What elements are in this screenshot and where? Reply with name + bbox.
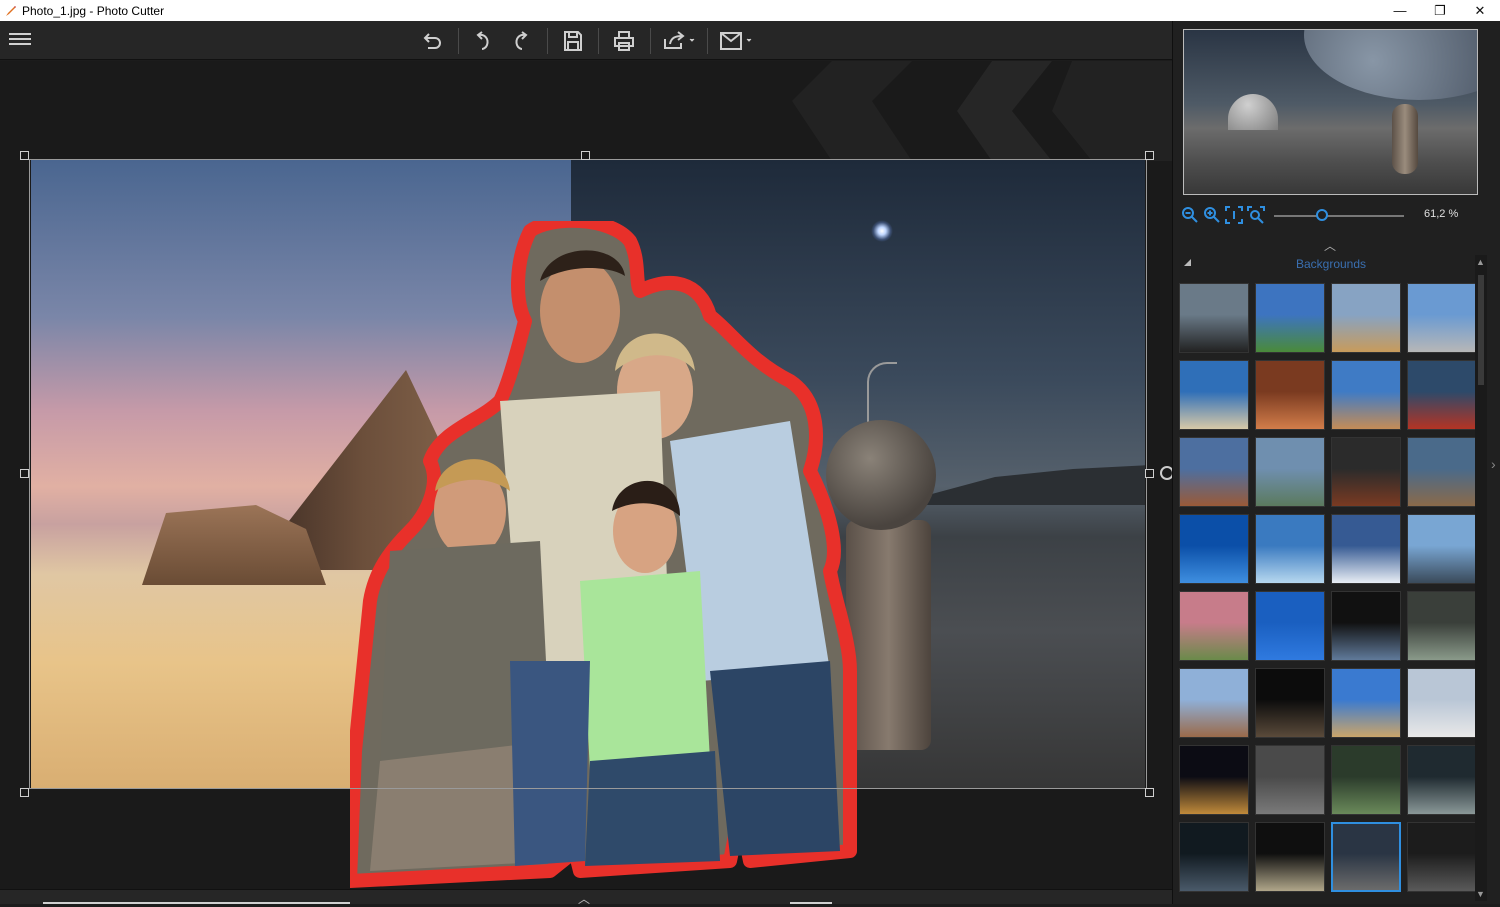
collapse-preview-chevron-icon[interactable]: ︿ — [1324, 237, 1336, 254]
selection-border-bottom — [29, 788, 1147, 789]
window-title: Photo_1.jpg - Photo Cutter — [22, 3, 165, 18]
actual-size-icon[interactable] — [1247, 206, 1265, 224]
expand-panel-chevron-icon[interactable]: › — [1491, 456, 1496, 472]
background-thumbnail-dinosaur-rocks[interactable] — [1255, 745, 1325, 815]
selection-border-left — [29, 159, 30, 789]
zoom-out-icon[interactable] — [1181, 206, 1199, 224]
backgrounds-label: Backgrounds — [1295, 257, 1367, 271]
resize-handle-left[interactable] — [20, 469, 29, 478]
title-bar: Photo_1.jpg - Photo Cutter — ❐ ✕ — [0, 0, 1500, 21]
right-panel: 61,2 % ︿ Backgrounds ▲ ▼ › — [1172, 21, 1500, 904]
canvas-area[interactable] — [0, 61, 1172, 889]
background-thumbnail-beach-path[interactable] — [1179, 360, 1249, 430]
zoom-controls: 61,2 % — [1179, 204, 1495, 226]
minimize-button[interactable]: — — [1380, 0, 1420, 21]
backgrounds-gallery — [1179, 283, 1479, 899]
fit-to-window-icon[interactable] — [1225, 206, 1243, 224]
background-thumbnail-eiffel-tower[interactable] — [1255, 283, 1325, 353]
background-thumbnail-desert-road[interactable] — [1331, 360, 1401, 430]
print-icon[interactable] — [608, 27, 640, 55]
resize-handle-top-right[interactable] — [1145, 151, 1154, 160]
background-thumbnail-venice-gondolas[interactable] — [1407, 514, 1477, 584]
background-thumbnail-moon-surface[interactable] — [1407, 822, 1477, 892]
send-icon[interactable] — [716, 27, 756, 55]
resize-handle-top[interactable] — [581, 151, 590, 160]
zoom-slider-knob[interactable] — [1316, 209, 1329, 221]
background-thumbnail-mount-rushmore[interactable] — [1407, 283, 1477, 353]
background-thumbnail-space-station-window[interactable] — [1331, 591, 1401, 661]
background-thumbnail-pyramids[interactable] — [1331, 283, 1401, 353]
background-thumbnail-wedding-flowers[interactable] — [1179, 591, 1249, 661]
background-thumbnail-pterodactyl-forest[interactable] — [1331, 745, 1401, 815]
save-icon[interactable] — [557, 27, 589, 55]
close-button[interactable]: ✕ — [1460, 0, 1500, 21]
background-thumbnail-snow-mountains[interactable] — [1331, 514, 1401, 584]
undo-all-icon[interactable] — [416, 27, 448, 55]
hamburger-icon[interactable] — [9, 33, 31, 49]
zoom-in-icon[interactable] — [1203, 206, 1221, 224]
background-thumbnail-waterfall[interactable] — [1255, 360, 1325, 430]
zoom-percentage: 61,2 % — [1424, 208, 1459, 220]
zoom-slider[interactable] — [1274, 215, 1404, 217]
navigator-preview[interactable] — [1183, 29, 1478, 195]
redo-icon[interactable] — [506, 27, 538, 55]
background-thumbnail-ufo-field[interactable] — [1407, 745, 1477, 815]
background-thumbnail-moon-base[interactable] — [1331, 822, 1401, 892]
background-thumbnail-red-bicycle[interactable] — [1407, 360, 1477, 430]
background-thumbnail-dark-cave[interactable] — [1255, 668, 1325, 738]
preview-robot — [1392, 104, 1418, 174]
bright-star — [871, 220, 893, 242]
background-thumbnail-canyon-river[interactable] — [1179, 437, 1249, 507]
preview-dome — [1228, 94, 1278, 130]
background-thumbnail-bridge[interactable] — [1179, 283, 1249, 353]
background-thumbnail-island-stadium[interactable] — [1255, 437, 1325, 507]
background-thumbnail-love-card[interactable] — [1255, 591, 1325, 661]
resize-handle-top-left[interactable] — [20, 151, 29, 160]
share-icon[interactable] — [660, 27, 698, 55]
scrollbar-thumb[interactable] — [1478, 275, 1484, 385]
scroll-up-icon[interactable]: ▲ — [1476, 257, 1485, 267]
background-thumbnail-storm-plane[interactable] — [1407, 591, 1477, 661]
undo-icon[interactable] — [466, 27, 498, 55]
background-thumbnail-fog-shark[interactable] — [1407, 668, 1477, 738]
background-thumbnail-lion-roar[interactable] — [1179, 745, 1249, 815]
background-thumbnail-valley-cliffs[interactable] — [1407, 437, 1477, 507]
resize-handle-bottom-left[interactable] — [20, 788, 29, 797]
background-thumbnail-old-town[interactable] — [1179, 668, 1249, 738]
bottom-strip: ︿ — [0, 889, 1172, 907]
background-thumbnail-blue-sky[interactable] — [1179, 514, 1249, 584]
app-pencil-icon — [4, 4, 18, 18]
preview-planet — [1304, 30, 1477, 100]
backgrounds-header[interactable]: Backgrounds — [1173, 255, 1489, 275]
gallery-scrollbar[interactable]: ▲ ▼ — [1475, 255, 1487, 901]
resize-handle-right[interactable] — [1145, 469, 1154, 478]
background-thumbnail-dark-forest[interactable] — [1179, 822, 1249, 892]
background-thumbnail-ice-lake[interactable] — [1255, 514, 1325, 584]
background-thumbnail-dinosaur-beach[interactable] — [1331, 668, 1401, 738]
restore-button[interactable]: ❐ — [1420, 0, 1460, 21]
main-toolbar — [0, 21, 1172, 60]
background-thumbnail-tunnel-bridge[interactable] — [1255, 822, 1325, 892]
scroll-down-icon[interactable]: ▼ — [1476, 889, 1485, 899]
decorative-chevron-graphic — [792, 61, 1172, 161]
resize-handle-bottom-right[interactable] — [1145, 788, 1154, 797]
expand-bottom-chevron-icon[interactable]: ︿ — [578, 890, 590, 907]
robot-antenna — [867, 362, 897, 424]
background-thumbnail-dark-monument[interactable] — [1331, 437, 1401, 507]
